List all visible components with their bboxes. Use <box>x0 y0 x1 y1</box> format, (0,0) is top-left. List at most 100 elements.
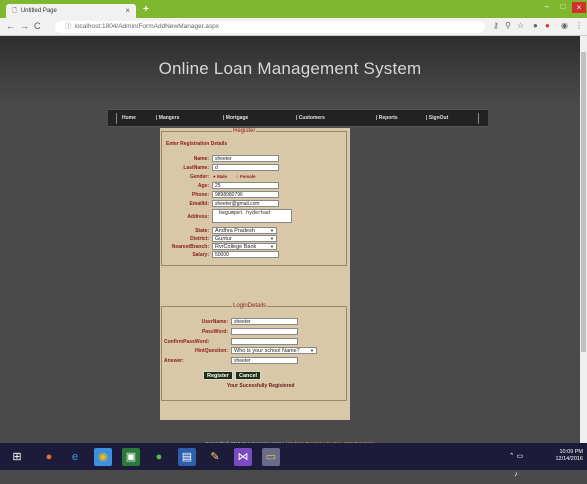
username-label: UserName: <box>201 319 228 325</box>
register-button[interactable]: Register <box>203 371 234 380</box>
email-input[interactable]: sheeter@gmail.com <box>212 200 279 207</box>
edge-icon[interactable]: e <box>66 448 84 466</box>
gender-male-radio[interactable]: ● Male <box>213 174 227 179</box>
state-label: State: <box>195 228 209 234</box>
tab-close-icon[interactable]: × <box>125 6 130 15</box>
lastname-input[interactable]: d <box>212 164 279 171</box>
menu-home[interactable]: Home <box>122 115 136 121</box>
district-select[interactable]: Guntur ▼ <box>212 235 277 242</box>
phone-label: Phone: <box>192 192 209 198</box>
district-value: Guntur <box>215 236 232 242</box>
branch-select[interactable]: RvrCollege Bank ▼ <box>212 243 277 250</box>
cancel-button[interactable]: Cancel <box>235 371 262 380</box>
opera-icon[interactable]: ● <box>545 21 550 30</box>
district-label: District: <box>190 236 209 242</box>
folder-icon[interactable]: ▭ <box>262 448 280 466</box>
system-clock[interactable]: 10:09 PM 12/14/2016 <box>555 449 583 463</box>
close-window-button[interactable]: × <box>572 2 586 13</box>
chevron-down-icon: ▼ <box>310 348 314 353</box>
page-icon: 🗋 <box>12 8 17 14</box>
page-scrollbar[interactable] <box>580 36 587 443</box>
paint-icon[interactable]: ✎ <box>206 448 224 466</box>
branch-label: NearestBranch: <box>171 244 209 250</box>
menu-reports[interactable]: | Reports <box>376 115 398 121</box>
menu-separator <box>116 113 117 124</box>
nav-menu: Home | Mangers | Mortgage | Customers | … <box>108 109 488 127</box>
menu-customers[interactable]: | Customers <box>296 115 325 121</box>
forward-icon[interactable]: → <box>20 21 29 31</box>
tray-icons[interactable]: ⌃ ▭ ♪ <box>507 448 525 478</box>
scrollbar-thumb[interactable] <box>581 52 586 352</box>
hint-question-label: HintQuestion: <box>194 348 228 354</box>
visual-studio-icon[interactable]: ⋈ <box>234 448 252 466</box>
zoom-icon[interactable]: ⚲ <box>505 21 511 30</box>
url-text: localhost:1804/Admin/FormAddNewManager.a… <box>74 23 220 30</box>
chat-icon[interactable]: ● <box>150 448 168 466</box>
lastname-label: LastName: <box>183 165 209 171</box>
tab-title: Untitled Page <box>20 8 57 14</box>
salary-input[interactable]: 50000 <box>212 251 279 258</box>
address-textarea[interactable]: begumpet hyderbad <box>212 209 292 223</box>
age-label: Age: <box>197 183 209 189</box>
star-icon[interactable]: ☆ <box>517 21 524 30</box>
menu-mortgage[interactable]: | Mortgage <box>223 115 248 121</box>
gender-male-label: Male <box>216 174 227 179</box>
hint-question-select[interactable]: Who is your school Name? ▼ <box>231 347 317 354</box>
email-label: EmailId: <box>189 201 209 207</box>
address-label: Address: <box>187 214 209 220</box>
app-icon[interactable]: ▣ <box>122 448 140 466</box>
account-icon[interactable]: ◉ <box>561 21 568 30</box>
site-banner: Online Loan Management System <box>0 36 580 101</box>
site-title: Online Loan Management System <box>158 58 422 78</box>
browser-tab[interactable]: 🗋 Untitled Page × <box>6 4 136 18</box>
answer-label: Answer: <box>164 358 184 364</box>
clock-time: 10:09 PM <box>559 449 583 455</box>
name-input[interactable]: sheeter <box>212 155 279 162</box>
age-input[interactable]: 25 <box>212 182 279 189</box>
menu-signout[interactable]: | SignOut <box>426 115 448 121</box>
password-input[interactable] <box>231 328 298 335</box>
state-select[interactable]: Andhra Pradesh ▼ <box>212 227 277 234</box>
username-input[interactable]: sheeter <box>231 318 298 325</box>
windows-taskbar: ⊞ ● e ◉ ▣ ● ▤ ✎ ⋈ ▭ ⌃ ▭ ♪ 10:09 PM 12/14… <box>0 443 587 478</box>
form-container: Register Enter Registration Details Name… <box>160 128 350 420</box>
windows-start-icon[interactable]: ⊞ <box>8 448 26 466</box>
extension-icon[interactable]: ● <box>533 21 538 30</box>
menu-managers[interactable]: | Mangers <box>156 115 179 121</box>
gender-label: Gender: <box>189 174 209 180</box>
clock-date: 12/14/2016 <box>555 456 583 462</box>
maximize-button[interactable]: □ <box>556 2 570 11</box>
answer-input[interactable]: sheeter <box>231 357 298 364</box>
store-icon[interactable]: ▤ <box>178 448 196 466</box>
status-message: Your Sucessfully Registered <box>227 383 295 389</box>
gender-female-radio[interactable]: ○ Female <box>236 174 255 179</box>
browser-tab-bar: 🗋 Untitled Page × + – □ × <box>0 0 587 18</box>
state-value: Andhra Pradesh <box>215 228 255 234</box>
login-legend: LoginDetails <box>233 303 267 309</box>
key-icon[interactable]: ⚷ <box>493 21 499 30</box>
confirm-password-label: ConfirmPassWord: <box>164 339 210 345</box>
firefox-icon[interactable]: ● <box>40 448 58 466</box>
back-icon[interactable]: ← <box>6 21 15 31</box>
menu-separator <box>478 113 479 124</box>
chrome-icon[interactable]: ◉ <box>94 448 112 466</box>
address-bar: ← → C ⓘ localhost:1804/Admin/FormAddNewMa… <box>0 18 587 36</box>
hint-question-value: Who is your school Name? <box>234 348 300 354</box>
chevron-down-icon: ▼ <box>270 236 274 241</box>
url-input[interactable]: ⓘ localhost:1804/Admin/FormAddNewManager.… <box>55 21 485 33</box>
phone-input[interactable]: 9898980796 <box>212 191 279 198</box>
menu-icon[interactable]: ⋮ <box>575 21 583 30</box>
chevron-down-icon: ▼ <box>270 244 274 249</box>
confirm-password-input[interactable] <box>231 338 298 345</box>
info-icon: ⓘ <box>65 23 72 30</box>
web-page: Online Loan Management System Home | Man… <box>0 36 580 446</box>
password-label: PassWord: <box>201 329 228 335</box>
reload-icon[interactable]: C <box>34 21 41 31</box>
registration-section-title: Enter Registration Details <box>166 141 228 147</box>
new-tab-button[interactable]: + <box>143 4 149 15</box>
name-label: Name: <box>193 156 209 162</box>
salary-label: Salary: <box>192 252 209 258</box>
minimize-button[interactable]: – <box>540 2 554 11</box>
chevron-down-icon: ▼ <box>270 228 274 233</box>
branch-value: RvrCollege Bank <box>215 244 257 250</box>
